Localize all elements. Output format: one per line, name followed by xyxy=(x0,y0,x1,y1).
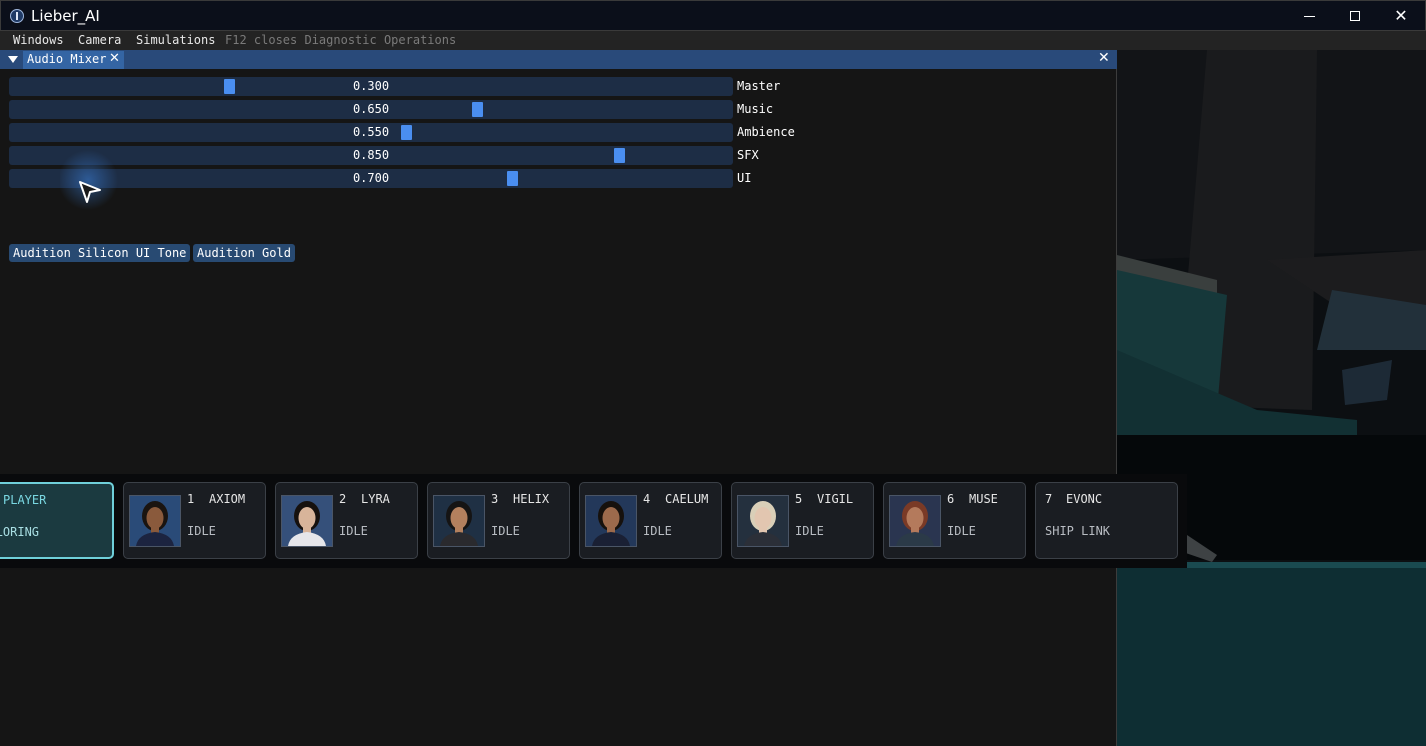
character-name: EVONC xyxy=(1066,492,1103,506)
slider-value: 0.650 xyxy=(352,102,390,116)
maximize-icon xyxy=(1350,11,1360,21)
character-status: IDLE xyxy=(339,524,368,538)
character-name: AXIOM xyxy=(209,492,246,506)
character-card-muse[interactable]: 6 MUSE IDLE xyxy=(883,482,1026,559)
menu-windows[interactable]: Windows xyxy=(13,33,64,47)
character-portrait xyxy=(129,495,181,547)
slider-label: Master xyxy=(737,79,781,93)
character-card-vigil[interactable]: 5 VIGIL IDLE xyxy=(731,482,874,559)
character-number: 1 xyxy=(187,492,195,506)
character-number: 5 xyxy=(795,492,803,506)
character-status: IDLE xyxy=(795,524,824,538)
minimize-icon xyxy=(1303,15,1315,17)
slider-value: 0.300 xyxy=(352,79,390,93)
character-card-player[interactable]: PLAYER EXPLORING xyxy=(0,482,114,559)
window-title: Lieber_AI xyxy=(31,7,100,25)
character-card-caelum[interactable]: 4 CAELUM IDLE xyxy=(579,482,722,559)
tab-audio-mixer-label: Audio Mixer xyxy=(27,52,107,66)
mixer-close-icon[interactable]: ✕ xyxy=(1098,50,1110,66)
character-card-axiom[interactable]: 1 AXIOM IDLE xyxy=(123,482,266,559)
character-name: CAELUM xyxy=(665,492,709,506)
volume-slider-music[interactable]: 0.650 Music xyxy=(9,100,909,119)
minimize-button[interactable] xyxy=(1286,1,1332,31)
menu-simulations[interactable]: Simulations xyxy=(136,33,215,47)
character-status: IDLE xyxy=(187,524,216,538)
character-name: MUSE xyxy=(969,492,998,506)
volume-slider-sfx[interactable]: 0.850 SFX xyxy=(9,146,909,165)
character-portrait xyxy=(281,495,333,547)
audition-silicon-ui-tone-button[interactable]: Audition Silicon UI Tone xyxy=(9,244,191,262)
slider-label: Music xyxy=(737,102,774,116)
slider-label: Ambience xyxy=(737,125,795,139)
character-card-helix[interactable]: 3 HELIX IDLE xyxy=(427,482,570,559)
character-status: SHIP LINK xyxy=(1045,524,1111,538)
tab-close-icon[interactable]: ✕ xyxy=(109,51,120,66)
audition-gold-button[interactable]: Audition Gold xyxy=(193,244,295,262)
character-name: LYRA xyxy=(361,492,390,506)
audio-mixer-window: Audio Mixer ✕ ✕ 0.300 Master 0.650 Music 0.5… xyxy=(0,50,1117,746)
character-number: 6 xyxy=(947,492,955,506)
character-status: IDLE xyxy=(491,524,520,538)
character-portrait xyxy=(585,495,637,547)
slider-value: 0.550 xyxy=(352,125,390,139)
character-name: VIGIL xyxy=(817,492,854,506)
tab-audio-mixer[interactable]: Audio Mixer ✕ xyxy=(23,51,124,69)
character-status: IDLE xyxy=(947,524,976,538)
app-icon xyxy=(10,9,24,23)
close-window-button[interactable]: ✕ xyxy=(1378,1,1424,31)
scene-render xyxy=(1117,50,1426,746)
menu-bar: Windows Camera Simulations F12 closes Di… xyxy=(0,31,1426,50)
character-number: 7 xyxy=(1045,492,1053,506)
menu-hint-text: F12 closes Diagnostic Operations xyxy=(225,33,457,47)
mouse-cursor-icon xyxy=(60,150,118,210)
character-card-evonc[interactable]: 7 EVONC SHIP LINK xyxy=(1035,482,1178,559)
close-icon: ✕ xyxy=(1394,6,1408,25)
character-number: 3 xyxy=(491,492,499,506)
scene-viewport[interactable] xyxy=(1117,50,1426,746)
character-status: IDLE xyxy=(643,524,672,538)
character-portrait xyxy=(737,495,789,547)
character-number: 4 xyxy=(643,492,651,506)
character-name: PLAYER xyxy=(3,493,47,507)
character-card-lyra[interactable]: 2 LYRA IDLE xyxy=(275,482,418,559)
character-portrait xyxy=(889,495,941,547)
collapse-arrow-icon[interactable] xyxy=(8,56,18,63)
slider-label: UI xyxy=(737,171,752,185)
mixer-header: Audio Mixer ✕ ✕ xyxy=(0,50,1117,69)
volume-slider-ambience[interactable]: 0.550 Ambience xyxy=(9,123,909,142)
character-number: 2 xyxy=(339,492,347,506)
character-name: HELIX xyxy=(513,492,550,506)
slider-label: SFX xyxy=(737,148,759,162)
character-bar: PLAYER EXPLORING 1 AXIOM IDLE 2 LYRA IDLE 3 HELIX… xyxy=(0,474,1187,568)
maximize-button[interactable] xyxy=(1332,1,1378,31)
character-status: EXPLORING xyxy=(0,525,40,539)
volume-slider-master[interactable]: 0.300 Master xyxy=(9,77,909,96)
volume-slider-ui[interactable]: 0.700 UI xyxy=(9,169,909,188)
window-title-bar: Lieber_AI ✕ xyxy=(0,0,1426,31)
menu-camera[interactable]: Camera xyxy=(78,33,121,47)
character-portrait xyxy=(433,495,485,547)
